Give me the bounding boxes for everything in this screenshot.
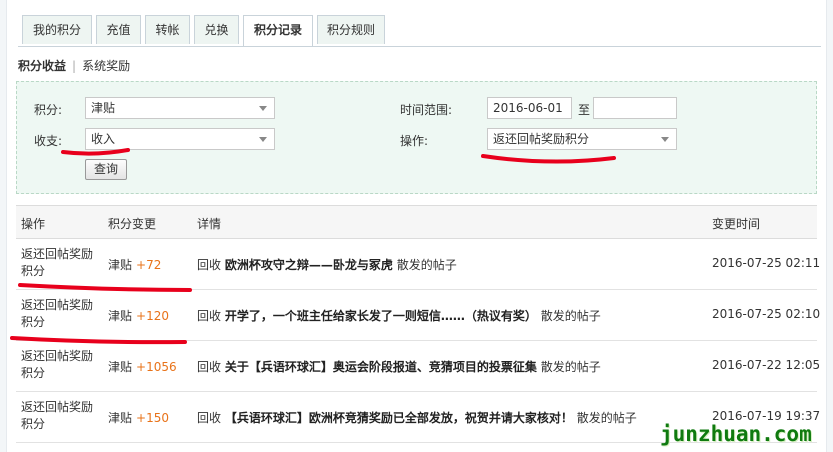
row-operation: 返还回帖奖励积分 (21, 349, 94, 380)
points-type-value: 津贴 (91, 101, 116, 115)
table-header: 操作 积分变更 详情 变更时间 (16, 205, 817, 239)
row-prefix: 回收 (197, 309, 222, 323)
income-label: 收支: (34, 134, 63, 148)
row-points-change: 津贴 +150 (108, 409, 169, 426)
tab-divider (18, 46, 821, 47)
row-details: 回收 欧洲杯攻守之辩——卧龙与冢虎 散发的帖子 (197, 256, 457, 273)
row-points-change: 津贴 +120 (108, 307, 169, 324)
column-header-change-time: 变更时间 (712, 217, 761, 231)
row-currency: 津贴 (108, 258, 133, 272)
filter-panel: 积分: 津贴 收支: 收入 时间范围: 2016-06-01 至 操作: 返还回… (16, 81, 817, 194)
table-row: 返还回帖奖励积分 津贴 +120 回收 开学了，一个班主任给家长发了一则短信……（… (16, 290, 821, 341)
row-time: 2016-07-22 12:05 (712, 358, 821, 372)
time-to-input[interactable] (593, 97, 677, 119)
column-header-operation: 操作 (21, 217, 46, 231)
time-to-label: 至 (578, 103, 591, 117)
row-delta: +120 (136, 309, 169, 323)
table-row: 返还回帖奖励积分 津贴 +1056 回收 关于【兵语环球汇】奥运会阶段报道、竞猜项… (16, 341, 821, 392)
row-time: 2016-07-25 02:11 (712, 256, 821, 270)
tab-points-record[interactable]: 积分记录 (243, 15, 313, 47)
row-suffix: 散发的帖子 (396, 258, 457, 272)
row-currency: 津贴 (108, 309, 133, 323)
operation-label: 操作: (400, 134, 429, 148)
sub-nav: 积分收益 | 系统奖励 (18, 57, 130, 74)
chevron-down-icon (661, 137, 669, 142)
subnav-system-reward[interactable]: 系统奖励 (82, 59, 130, 73)
chevron-down-icon (259, 106, 267, 111)
row-thread-link[interactable]: 开学了，一个班主任给家长发了一则短信……（热议有奖） (225, 309, 537, 323)
income-value: 收入 (91, 132, 116, 146)
row-suffix: 散发的帖子 (576, 411, 637, 425)
row-points-change: 津贴 +1056 (108, 358, 177, 375)
row-currency: 津贴 (108, 411, 133, 425)
points-type-select[interactable]: 津贴 (85, 97, 275, 119)
row-suffix: 散发的帖子 (540, 309, 601, 323)
right-edge (826, 0, 833, 452)
row-prefix: 回收 (197, 258, 222, 272)
row-currency: 津贴 (108, 360, 133, 374)
tab-recharge[interactable]: 充值 (96, 15, 141, 44)
query-button[interactable]: 查询 (85, 159, 128, 180)
time-range-label: 时间范围: (400, 103, 453, 117)
row-delta: +150 (136, 411, 169, 425)
row-delta: +72 (136, 258, 162, 272)
operation-select[interactable]: 返还回帖奖励积分 (487, 128, 677, 150)
income-select[interactable]: 收入 (85, 128, 275, 150)
points-type-label: 积分: (34, 103, 63, 117)
tab-my-points[interactable]: 我的积分 (22, 15, 92, 44)
row-points-change: 津贴 +72 (108, 256, 161, 273)
column-header-details: 详情 (197, 217, 222, 231)
left-edge (0, 0, 7, 452)
row-details: 回收 【兵语环球汇】欧洲杯竞猜奖励已全部发放，祝贺并请大家核对！ 散发的帖子 (197, 409, 637, 426)
row-thread-link[interactable]: 【兵语环球汇】欧洲杯竞猜奖励已全部发放，祝贺并请大家核对！ (225, 411, 573, 425)
time-from-input[interactable]: 2016-06-01 (487, 97, 572, 119)
tab-transfer[interactable]: 转帐 (145, 15, 190, 44)
row-prefix: 回收 (197, 360, 222, 374)
row-thread-link[interactable]: 欧洲杯攻守之辩——卧龙与冢虎 (225, 258, 393, 272)
table-row: 返还回帖奖励积分 津贴 +72 回收 欧洲杯攻守之辩——卧龙与冢虎 散发的帖子 2… (16, 239, 821, 290)
watermark: junzhuan.com (660, 422, 812, 446)
row-suffix: 散发的帖子 (540, 360, 601, 374)
row-time: 2016-07-19 19:37 (712, 409, 821, 423)
row-prefix: 回收 (197, 411, 222, 425)
chevron-down-icon (259, 137, 267, 142)
subnav-separator: | (72, 59, 77, 73)
row-time: 2016-07-25 02:10 (712, 307, 821, 321)
row-details: 回收 关于【兵语环球汇】奥运会阶段报道、竞猜项目的投票征集 散发的帖子 (197, 358, 601, 375)
row-details: 回收 开学了，一个班主任给家长发了一则短信……（热议有奖） 散发的帖子 (197, 307, 601, 324)
tab-exchange[interactable]: 兑换 (194, 15, 239, 44)
row-operation: 返还回帖奖励积分 (21, 247, 94, 278)
row-operation: 返还回帖奖励积分 (21, 298, 94, 329)
row-delta: +1056 (136, 360, 177, 374)
row-operation: 返还回帖奖励积分 (21, 400, 94, 431)
row-thread-link[interactable]: 关于【兵语环球汇】奥运会阶段报道、竞猜项目的投票征集 (225, 360, 537, 374)
tab-points-rules[interactable]: 积分规则 (317, 15, 385, 44)
column-header-points-change: 积分变更 (108, 217, 157, 231)
operation-value: 返还回帖奖励积分 (493, 132, 590, 146)
subnav-points-income[interactable]: 积分收益 (18, 59, 66, 73)
